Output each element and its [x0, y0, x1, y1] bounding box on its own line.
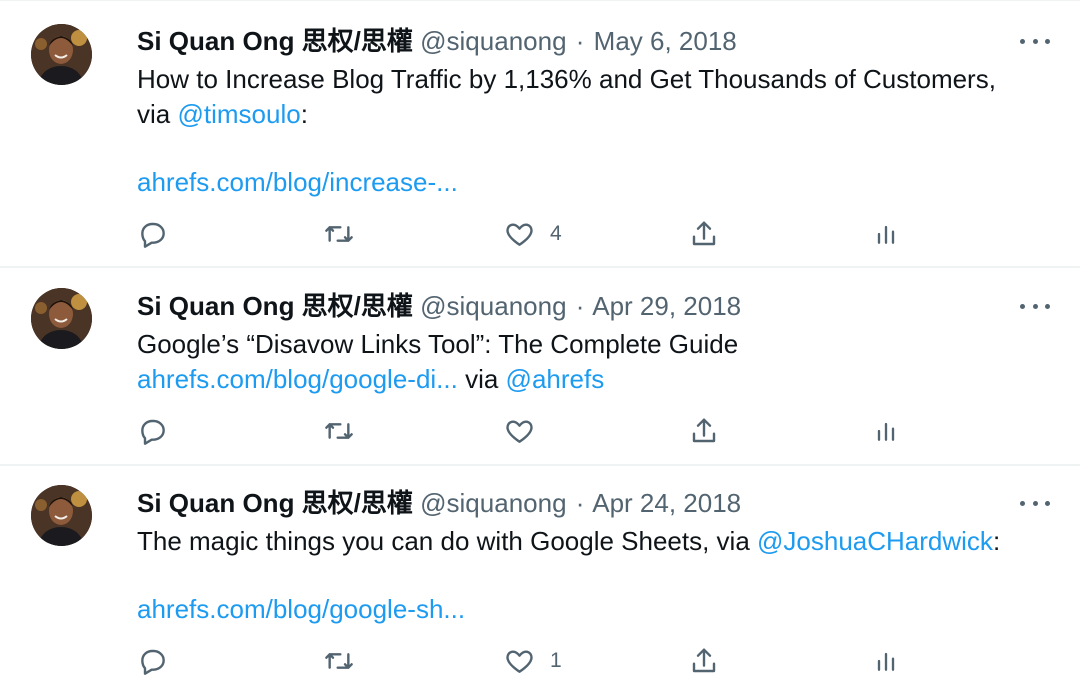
tweet-feed: Si Quan Ong 思权/思權 @siquanong · May 6, 20…	[0, 0, 1080, 692]
like-count: 1	[550, 649, 562, 672]
heart-icon	[506, 223, 533, 246]
avatar[interactable]	[31, 288, 92, 349]
share-icon	[692, 221, 716, 246]
more-icon[interactable]	[1020, 493, 1050, 513]
retweet-button[interactable]	[322, 644, 356, 678]
more-icon[interactable]	[1020, 31, 1050, 51]
more-icon[interactable]	[1020, 296, 1050, 316]
url-link[interactable]: ahrefs.com/blog/increase-...	[137, 165, 458, 199]
like-count: 4	[550, 222, 562, 245]
analytics-button[interactable]	[872, 217, 900, 251]
user-handle[interactable]: @siquanong	[420, 291, 566, 321]
heart-icon	[506, 650, 533, 673]
reply-icon	[141, 419, 165, 445]
share-icon	[692, 648, 716, 673]
tweet[interactable]: Si Quan Ong 思权/思權 @siquanong · Apr 24, 2…	[0, 466, 1080, 692]
retweet-icon	[325, 226, 353, 242]
tweet-date[interactable]: May 6, 2018	[594, 26, 737, 56]
reply-button[interactable]	[137, 644, 169, 678]
analytics-button[interactable]	[872, 414, 900, 448]
reply-button[interactable]	[137, 414, 169, 448]
reply-button[interactable]	[137, 217, 169, 251]
avatar[interactable]	[31, 24, 92, 85]
mention-link[interactable]: @JoshuaCHardwick	[757, 526, 993, 556]
tweet-text: :	[300, 99, 308, 129]
url-link[interactable]: ahrefs.com/blog/google-sh...	[137, 592, 465, 626]
tweet-text: The magic things you can do with Google …	[137, 526, 758, 556]
retweet-icon	[325, 423, 353, 439]
tweet-text: Google’s “Disavow Links Tool”: The Compl…	[137, 329, 739, 359]
analytics-icon	[877, 652, 895, 671]
analytics-icon	[877, 225, 895, 244]
analytics-icon	[877, 422, 895, 441]
share-icon	[692, 418, 716, 443]
tweet-text: How to Increase Blog Traffic by 1,136% a…	[137, 64, 996, 94]
tweet-text: :	[992, 526, 1001, 556]
user-handle[interactable]: @siquanong	[420, 488, 566, 518]
share-button[interactable]	[688, 644, 720, 678]
separator: ·	[575, 488, 585, 518]
avatar[interactable]	[31, 485, 92, 546]
retweet-button[interactable]	[322, 217, 356, 251]
url-link-text[interactable]: ahrefs.com/blog/google-sh...	[137, 594, 465, 624]
reply-icon	[141, 649, 165, 675]
share-button[interactable]	[688, 217, 720, 251]
display-name[interactable]: Si Quan Ong 思权/思權	[137, 488, 413, 518]
like-button[interactable]: 4	[503, 217, 562, 251]
tweet-date[interactable]: Apr 29, 2018	[592, 291, 741, 321]
retweet-button[interactable]	[322, 414, 356, 448]
retweet-icon	[325, 653, 353, 669]
mention-link[interactable]: @ahrefs	[506, 364, 605, 394]
tweet-header: Si Quan Ong 思权/思權 @siquanong · May 6, 20…	[137, 24, 737, 58]
tweet-text: via	[457, 364, 506, 394]
mention-link[interactable]: @timsoulo	[177, 99, 300, 129]
tweet-header: Si Quan Ong 思权/思權 @siquanong · Apr 24, 2…	[137, 486, 741, 520]
tweet-date[interactable]: Apr 24, 2018	[592, 488, 741, 518]
tweet[interactable]: Si Quan Ong 思权/思權 @siquanong · May 6, 20…	[0, 0, 1080, 268]
share-button[interactable]	[688, 414, 720, 448]
separator: ·	[575, 291, 585, 321]
reply-icon	[141, 222, 165, 248]
url-link-text[interactable]: ahrefs.com/blog/increase-...	[137, 167, 458, 197]
separator: ·	[575, 26, 585, 56]
like-button[interactable]: 1	[503, 644, 562, 678]
tweet-text-line: via @timsoulo:	[137, 97, 308, 131]
display-name[interactable]: Si Quan Ong 思权/思權	[137, 26, 413, 56]
user-handle[interactable]: @siquanong	[420, 26, 566, 56]
heart-icon	[506, 420, 533, 443]
tweet[interactable]: Si Quan Ong 思权/思權 @siquanong · Apr 29, 2…	[0, 268, 1080, 466]
analytics-button[interactable]	[872, 644, 900, 678]
tweet-text-line: ahrefs.com/blog/google-di... via @ahrefs	[137, 362, 604, 396]
tweet-text: via	[137, 99, 178, 129]
display-name[interactable]: Si Quan Ong 思权/思權	[137, 291, 413, 321]
tweet-text-line: The magic things you can do with Google …	[137, 524, 1000, 558]
tweet-header: Si Quan Ong 思权/思權 @siquanong · Apr 29, 2…	[137, 289, 741, 323]
url-link[interactable]: ahrefs.com/blog/google-di...	[137, 364, 458, 394]
like-button[interactable]	[503, 414, 550, 448]
